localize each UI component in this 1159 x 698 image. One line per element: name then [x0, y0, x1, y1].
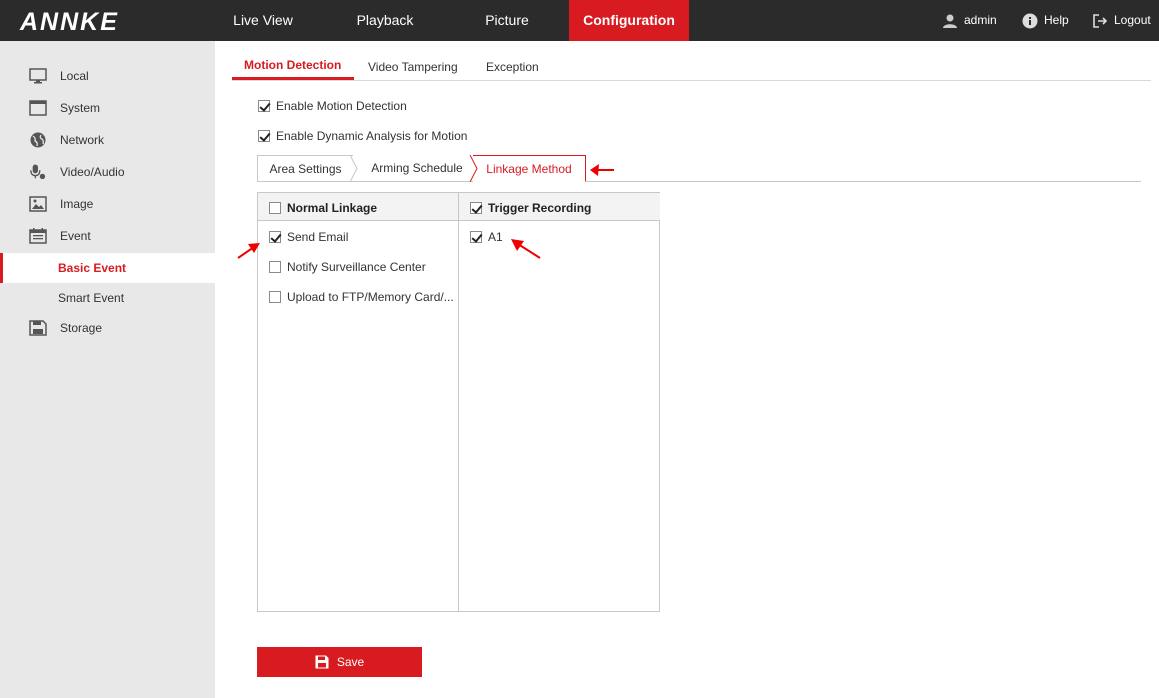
microphone-icon: [30, 164, 46, 180]
nav-playback[interactable]: Playback: [337, 0, 433, 41]
sidebar-item-video-audio[interactable]: Video/Audio: [0, 157, 215, 187]
top-bar: ANNKE Live View Playback Picture Configu…: [0, 0, 1159, 41]
settings-subtabs: Area Settings Arming Schedule Linkage Me…: [257, 155, 1141, 182]
save-label: Save: [336, 655, 365, 669]
user-name: admin: [964, 13, 997, 27]
sidebar-item-system[interactable]: System: [0, 93, 215, 123]
sidebar-item-label: System: [60, 101, 101, 115]
upload-ftp-checkbox[interactable]: [269, 291, 281, 303]
info-icon: [1022, 13, 1038, 28]
enable-motion-row: Enable Motion Detection: [258, 99, 407, 113]
sidebar-item-label: Video/Audio: [60, 165, 125, 179]
annotation-arrow: [237, 243, 260, 259]
nav-configuration[interactable]: Configuration: [569, 0, 689, 41]
record-a1-checkbox[interactable]: [470, 231, 482, 243]
trigger-recording-label: Trigger Recording: [488, 201, 592, 215]
nav-live-view[interactable]: Live View: [215, 0, 311, 41]
brand-logo: ANNKE: [20, 8, 119, 36]
active-tab-indicator: [232, 77, 354, 80]
tab-motion-detection[interactable]: Motion Detection: [244, 58, 341, 72]
sidebar-item-label: Network: [60, 133, 105, 147]
logout-label: Logout: [1114, 13, 1151, 27]
sidebar-item-label: Image: [60, 197, 94, 211]
list-item: Send Email: [269, 230, 348, 244]
annotation-arrow: [590, 164, 614, 176]
help-label: Help: [1044, 13, 1069, 27]
enable-dynamic-row: Enable Dynamic Analysis for Motion: [258, 129, 467, 143]
event-tabs: Motion Detection Video Tampering Excepti…: [232, 50, 1151, 81]
sidebar-item-storage[interactable]: Storage: [0, 313, 215, 343]
monitor-icon: [29, 68, 47, 84]
user-icon: [943, 14, 957, 28]
subtab-arming-schedule[interactable]: Arming Schedule: [361, 155, 473, 182]
linkage-panel: Normal Linkage Trigger Recording Send Em…: [257, 192, 660, 612]
send-email-label: Send Email: [287, 230, 349, 244]
subtab-linkage-method[interactable]: Linkage Method: [473, 155, 586, 182]
normal-linkage-header: Normal Linkage: [258, 193, 458, 221]
nav-picture[interactable]: Picture: [459, 0, 555, 41]
save-button[interactable]: Save: [257, 647, 422, 677]
user-menu[interactable]: admin: [942, 0, 997, 41]
normal-linkage-label: Normal Linkage: [287, 201, 378, 215]
sidebar-item-image[interactable]: Image: [0, 189, 215, 219]
list-item: Notify Surveillance Center: [269, 260, 426, 274]
sidebar-item-network[interactable]: Network: [0, 125, 215, 155]
calendar-icon: [29, 228, 47, 244]
sidebar-item-label: Local: [60, 69, 89, 83]
sidebar-item-basic-event[interactable]: Basic Event: [0, 253, 215, 283]
trigger-recording-header: Trigger Recording: [459, 193, 660, 221]
help-link[interactable]: Help: [1022, 0, 1069, 41]
logout-link[interactable]: Logout: [1093, 0, 1151, 41]
enable-motion-label: Enable Motion Detection: [276, 99, 407, 113]
sidebar-item-smart-event[interactable]: Smart Event: [0, 283, 215, 313]
tab-video-tampering[interactable]: Video Tampering: [368, 60, 458, 74]
logout-icon: [1093, 13, 1108, 28]
record-a1-label: A1: [488, 230, 503, 244]
tab-exception[interactable]: Exception: [486, 60, 539, 74]
sidebar-item-label: Smart Event: [58, 291, 125, 305]
trigger-recording-checkbox[interactable]: [470, 202, 482, 214]
sidebar-item-label: Storage: [60, 321, 103, 335]
sidebar-item-label: Event: [60, 229, 91, 243]
enable-dynamic-checkbox[interactable]: [258, 130, 270, 142]
enable-dynamic-label: Enable Dynamic Analysis for Motion: [276, 129, 468, 143]
annotation-arrow: [511, 239, 541, 259]
list-item: A1: [470, 230, 503, 244]
system-window-icon: [29, 100, 47, 116]
subtab-separator: [349, 155, 358, 182]
normal-linkage-checkbox[interactable]: [269, 202, 281, 214]
subtab-area-settings[interactable]: Area Settings: [257, 155, 353, 182]
floppy-disk-icon: [29, 320, 47, 336]
list-item: Upload to FTP/Memory Card/...: [269, 290, 454, 304]
sidebar-item-local[interactable]: Local: [0, 61, 215, 91]
enable-motion-checkbox[interactable]: [258, 100, 270, 112]
upload-ftp-label: Upload to FTP/Memory Card/...: [287, 290, 454, 304]
globe-icon: [30, 132, 46, 148]
column-divider: [458, 193, 459, 611]
notify-surveillance-checkbox[interactable]: [269, 261, 281, 273]
sidebar: Local System Network Video/Audio Image E…: [0, 41, 215, 698]
image-icon: [29, 196, 47, 212]
notify-surveillance-label: Notify Surveillance Center: [287, 260, 426, 274]
floppy-disk-icon: [315, 655, 329, 669]
sidebar-item-label: Basic Event: [58, 261, 127, 275]
sidebar-item-event[interactable]: Event: [0, 221, 215, 251]
send-email-checkbox[interactable]: [269, 231, 281, 243]
